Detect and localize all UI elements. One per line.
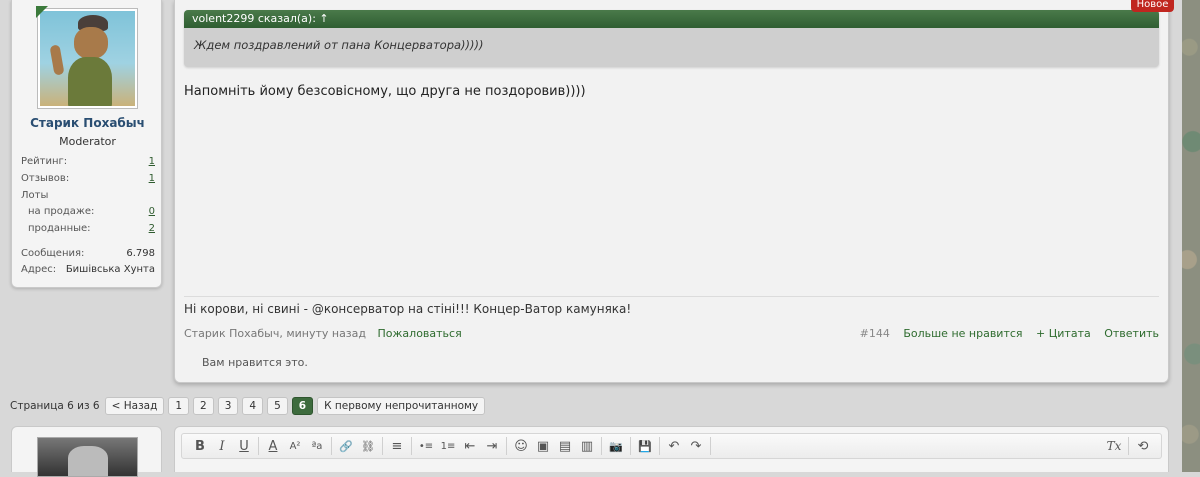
- outdent-icon[interactable]: ⇤: [459, 437, 481, 455]
- reply-user-card: [11, 426, 162, 477]
- prev-page-button[interactable]: < Назад: [104, 397, 165, 415]
- page-5[interactable]: 5: [267, 397, 288, 415]
- page-2[interactable]: 2: [193, 397, 214, 415]
- quote-link[interactable]: + Цитата: [1036, 327, 1091, 340]
- post-meta: Старик Похабыч, минуту назад Пожаловатьс…: [184, 327, 462, 340]
- indent-icon[interactable]: ⇥: [481, 437, 503, 455]
- stat-address: Адрес: Бишівська Хунта: [21, 264, 155, 275]
- page-6-current[interactable]: 6: [291, 397, 314, 415]
- first-unread-button[interactable]: К первому непрочитанному: [317, 397, 486, 415]
- stat-reviews: Отзывов: 1: [21, 173, 155, 184]
- likes-summary: Вам нравится это.: [202, 356, 308, 369]
- post: volent2299 сказал(а): ↑ Ждем поздравлени…: [174, 0, 1169, 383]
- reply-avatar: [37, 437, 138, 477]
- post-number[interactable]: #144: [860, 327, 890, 340]
- page-4[interactable]: 4: [242, 397, 264, 415]
- code-icon[interactable]: ▥: [576, 437, 598, 455]
- user-title: Moderator: [59, 135, 116, 148]
- page-1[interactable]: 1: [168, 397, 190, 415]
- quote-block: volent2299 сказал(а): ↑ Ждем поздравлени…: [184, 10, 1159, 67]
- stat-lots: Лоты: [21, 190, 49, 201]
- username[interactable]: Старик Похабыч: [12, 116, 163, 130]
- reply-editor: B I U A A² ªa 🔗 ⛓ ≡ •≡ 1≡ ⇤ ⇥ ☺ ▣ ▤ ▥ 📷 …: [174, 426, 1169, 472]
- underline-button[interactable]: U: [233, 437, 255, 455]
- camera-icon[interactable]: 📷: [605, 437, 627, 455]
- rating-link[interactable]: 1: [149, 156, 155, 167]
- on-sale-link[interactable]: 0: [149, 206, 155, 217]
- post-message: Напомніть йому безсовісному, що друга не…: [184, 84, 586, 99]
- save-draft-icon[interactable]: 💾: [634, 437, 656, 455]
- media-icon[interactable]: ▤: [554, 437, 576, 455]
- italic-button[interactable]: I: [211, 437, 233, 455]
- unlink-icon[interactable]: ⛓: [357, 437, 379, 455]
- signature: Ні корови, ні свині - @консерватор на ст…: [184, 302, 632, 316]
- smilies-icon[interactable]: ☺: [510, 437, 532, 455]
- font-family-button[interactable]: ªa: [306, 437, 328, 455]
- editor-toolbar: B I U A A² ªa 🔗 ⛓ ≡ •≡ 1≡ ⇤ ⇥ ☺ ▣ ▤ ▥ 📷 …: [181, 433, 1162, 459]
- reply-link[interactable]: Ответить: [1104, 327, 1159, 340]
- unlike-link[interactable]: Больше не нравится: [903, 327, 1022, 340]
- stat-sold: проданные: 2: [28, 223, 155, 234]
- redo-icon[interactable]: ↷: [685, 437, 707, 455]
- image-icon[interactable]: ▣: [532, 437, 554, 455]
- bullet-list-icon[interactable]: •≡: [415, 437, 437, 455]
- avatar[interactable]: [37, 8, 138, 109]
- stat-messages: Сообщения: 6.798: [21, 248, 155, 259]
- number-list-icon[interactable]: 1≡: [437, 437, 459, 455]
- align-icon[interactable]: ≡: [386, 437, 408, 455]
- sold-link[interactable]: 2: [149, 223, 155, 234]
- reviews-link[interactable]: 1: [149, 173, 155, 184]
- report-link[interactable]: Пожаловаться: [378, 327, 462, 340]
- clear-format-icon[interactable]: Tx: [1103, 437, 1125, 455]
- font-size-button[interactable]: A²: [284, 437, 306, 455]
- font-color-button[interactable]: A: [262, 437, 284, 455]
- online-indicator-icon: [36, 6, 48, 18]
- new-badge: Новое: [1131, 0, 1174, 12]
- page-count-label: Страница 6 из 6: [10, 400, 100, 412]
- quote-text: Ждем поздравлений от пана Концерватора))…: [194, 38, 484, 52]
- link-icon[interactable]: 🔗: [335, 437, 357, 455]
- stat-on-sale: на продаже: 0: [28, 206, 155, 217]
- pagination: Страница 6 из 6 < Назад 1 2 3 4 5 6 К пе…: [10, 397, 489, 415]
- bold-button[interactable]: B: [189, 437, 211, 455]
- undo-icon[interactable]: ↶: [663, 437, 685, 455]
- signature-divider: [184, 296, 1159, 297]
- stat-rating: Рейтинг: 1: [21, 156, 155, 167]
- page-3[interactable]: 3: [217, 397, 239, 415]
- post-actions: #144 Больше не нравится + Цитата Ответит…: [850, 327, 1159, 340]
- user-card: Старик Похабыч Moderator Рейтинг: 1 Отзы…: [11, 0, 162, 288]
- toggle-bbcode-icon[interactable]: ⟲: [1132, 437, 1154, 455]
- background-camo: [1182, 0, 1200, 472]
- post-author-time[interactable]: Старик Похабыч, минуту назад: [184, 327, 366, 340]
- quote-author[interactable]: volent2299 сказал(а): ↑: [184, 10, 1159, 28]
